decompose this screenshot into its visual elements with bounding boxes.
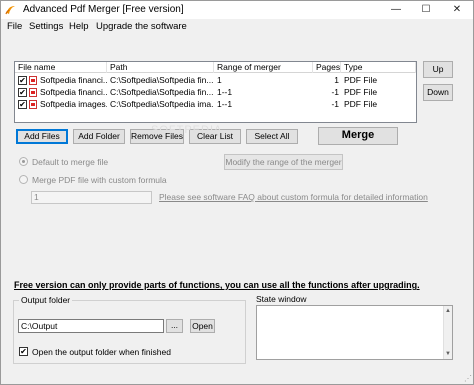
menu-upgrade[interactable]: Upgrade the software <box>96 21 187 32</box>
cell-path: C:\Softpedia\Softpedia fin... <box>110 75 214 85</box>
add-files-button[interactable]: Add Files <box>16 129 68 144</box>
column-file-name[interactable]: File name <box>15 62 107 73</box>
cell-range: 1--1 <box>217 99 233 109</box>
menu-file[interactable]: File <box>7 21 22 32</box>
cell-type: PDF File <box>344 75 378 85</box>
pdf-file-icon <box>29 76 37 85</box>
cell-type: PDF File <box>344 99 378 109</box>
column-range[interactable]: Range of merger <box>214 62 313 73</box>
list-header: File name Path Range of merger Pages Typ… <box>15 62 416 73</box>
table-row[interactable]: ✔ Softpedia financi... C:\Softpedia\Soft… <box>15 75 416 86</box>
cell-pages: -1 <box>331 87 339 97</box>
cell-range: 1 <box>217 75 222 85</box>
state-window-title: State window <box>256 294 307 304</box>
status-bar: ⋰ <box>1 372 473 384</box>
menu-help[interactable]: Help <box>69 21 89 32</box>
output-folder-group: Output folder C:\Output ... Open ✔ Open … <box>13 295 246 364</box>
cell-type: PDF File <box>344 87 378 97</box>
close-button[interactable]: ✕ <box>442 1 472 19</box>
cell-file-name: Softpedia financi... <box>40 75 107 85</box>
column-type[interactable]: Type <box>341 62 416 73</box>
upgrade-notice: Free version can only provide parts of f… <box>14 280 420 290</box>
custom-formula-label: Merge PDF file with custom formula <box>32 175 167 185</box>
app-logo-icon <box>5 6 15 15</box>
resize-grip-icon[interactable]: ⋰ <box>463 374 472 383</box>
cell-path: C:\Softpedia\Softpedia ima... <box>110 99 214 109</box>
pdf-file-icon <box>29 100 37 109</box>
cell-file-name: Softpedia financi... <box>40 87 107 97</box>
maximize-button[interactable]: ☐ <box>411 1 441 19</box>
table-row[interactable]: ✔ Softpedia images... C:\Softpedia\Softp… <box>15 99 416 110</box>
formula-input[interactable]: 1 <box>31 191 152 204</box>
radio-default-merge[interactable] <box>19 157 28 166</box>
column-path[interactable]: Path <box>107 62 214 73</box>
column-pages[interactable]: Pages <box>313 62 341 73</box>
open-when-finished-checkbox[interactable]: ✔ <box>19 347 28 356</box>
faq-link[interactable]: Please see software FAQ about custom for… <box>159 192 428 202</box>
state-window-scrollbar[interactable]: ▲ ▼ <box>443 306 452 359</box>
softpedia-watermark: SOFTPEDIA <box>151 124 223 136</box>
move-down-button[interactable]: Down <box>423 84 453 101</box>
table-row[interactable]: ✔ Softpedia financi... C:\Softpedia\Soft… <box>15 87 416 98</box>
browse-button[interactable]: ... <box>166 319 183 333</box>
default-merge-label: Default to merge file <box>32 157 109 167</box>
cell-range: 1--1 <box>217 87 233 97</box>
modify-range-button[interactable]: Modify the range of the merger <box>224 154 343 170</box>
row-checkbox[interactable]: ✔ <box>18 76 27 85</box>
minimize-button[interactable]: — <box>381 1 411 19</box>
cell-pages: -1 <box>331 99 339 109</box>
scroll-down-icon[interactable]: ▼ <box>444 350 452 358</box>
app-window: Advanced Pdf Merger [Free version] — ☐ ✕… <box>0 0 474 385</box>
file-list[interactable]: File name Path Range of merger Pages Typ… <box>14 61 417 123</box>
add-folder-button[interactable]: Add Folder <box>73 129 125 144</box>
output-folder-title: Output folder <box>19 295 73 305</box>
cell-file-name: Softpedia images... <box>40 99 107 109</box>
row-checkbox[interactable]: ✔ <box>18 100 27 109</box>
menu-settings[interactable]: Settings <box>29 21 63 32</box>
open-when-finished-label: Open the output folder when finished <box>32 347 171 357</box>
menu-bar: File Settings Help Upgrade the software <box>1 19 473 34</box>
title-bar[interactable]: Advanced Pdf Merger [Free version] — ☐ ✕ <box>1 1 473 19</box>
open-button[interactable]: Open <box>190 319 215 333</box>
move-up-button[interactable]: Up <box>423 61 453 78</box>
scroll-up-icon[interactable]: ▲ <box>444 307 452 315</box>
pdf-file-icon <box>29 88 37 97</box>
cell-pages: 1 <box>334 75 339 85</box>
merge-button[interactable]: Merge <box>318 127 398 145</box>
select-all-button[interactable]: Select All <box>246 129 298 144</box>
cell-path: C:\Softpedia\Softpedia fin... <box>110 87 214 97</box>
output-path-input[interactable]: C:\Output <box>18 319 164 333</box>
state-window[interactable]: ▲ ▼ <box>256 305 453 360</box>
window-title: Advanced Pdf Merger [Free version] <box>23 4 184 15</box>
row-checkbox[interactable]: ✔ <box>18 88 27 97</box>
radio-custom-formula[interactable] <box>19 175 28 184</box>
